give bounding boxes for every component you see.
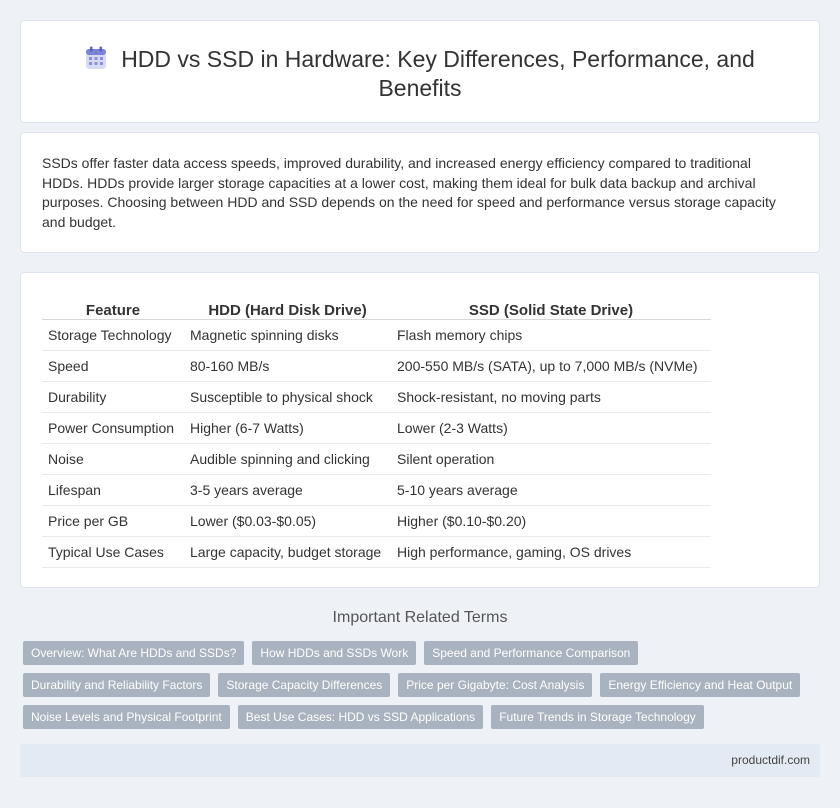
- footer: productdif.com: [20, 744, 820, 777]
- related-term-tag[interactable]: Storage Capacity Differences: [218, 673, 391, 697]
- table-cell: Audible spinning and clicking: [184, 444, 391, 475]
- table-cell: Lower (2-3 Watts): [391, 413, 711, 444]
- related-term-tag[interactable]: Energy Efficiency and Heat Output: [600, 673, 801, 697]
- header-feature: Feature: [42, 295, 184, 320]
- table-cell: Silent operation: [391, 444, 711, 475]
- table-cell: Storage Technology: [42, 320, 184, 351]
- related-term-tag[interactable]: Noise Levels and Physical Footprint: [23, 705, 230, 729]
- table-row: Power Consumption Higher (6-7 Watts) Low…: [42, 413, 711, 444]
- related-term-tag[interactable]: Best Use Cases: HDD vs SSD Applications: [237, 705, 484, 729]
- related-terms-title: Important Related Terms: [332, 609, 508, 626]
- intro-card: SSDs offer faster data access speeds, im…: [20, 132, 820, 253]
- related-term-tag[interactable]: Durability and Reliability Factors: [23, 673, 211, 697]
- header-card: HDD vs SSD in Hardware: Key Differences,…: [20, 20, 820, 123]
- related-term-tag[interactable]: How HDDs and SSDs Work: [252, 641, 417, 665]
- table-row: Price per GB Lower ($0.03-$0.05) Higher …: [42, 506, 711, 537]
- table-cell: Noise: [42, 444, 184, 475]
- table-row: Durability Susceptible to physical shock…: [42, 382, 711, 413]
- table-row: Lifespan 3-5 years average 5-10 years av…: [42, 475, 711, 506]
- intro-text: SSDs offer faster data access speeds, im…: [42, 155, 776, 230]
- table-cell: 5-10 years average: [391, 475, 711, 506]
- table-cell: Durability: [42, 382, 184, 413]
- related-term-tag[interactable]: Speed and Performance Comparison: [424, 641, 639, 665]
- table-cell: Shock-resistant, no moving parts: [391, 382, 711, 413]
- table-row: Typical Use Cases Large capacity, budget…: [42, 537, 711, 568]
- calendar-icon: [85, 46, 107, 70]
- header-hdd: HDD (Hard Disk Drive): [184, 295, 391, 320]
- comparison-table: Feature HDD (Hard Disk Drive) SSD (Solid…: [42, 295, 711, 568]
- related-terms-list: Overview: What Are HDDs and SSDs? How HD…: [23, 641, 823, 737]
- footer-site-link[interactable]: productdif.com: [731, 753, 810, 767]
- table-cell: Higher (6-7 Watts): [184, 413, 391, 444]
- comparison-table-card: Feature HDD (Hard Disk Drive) SSD (Solid…: [20, 272, 820, 588]
- table-cell: Price per GB: [42, 506, 184, 537]
- table-cell: 3-5 years average: [184, 475, 391, 506]
- related-term-tag[interactable]: Overview: What Are HDDs and SSDs?: [23, 641, 245, 665]
- table-header-row: Feature HDD (Hard Disk Drive) SSD (Solid…: [42, 295, 711, 320]
- table-cell: Higher ($0.10-$0.20): [391, 506, 711, 537]
- table-cell: Magnetic spinning disks: [184, 320, 391, 351]
- table-cell: Speed: [42, 351, 184, 382]
- table-cell: 80-160 MB/s: [184, 351, 391, 382]
- table-cell: Lower ($0.03-$0.05): [184, 506, 391, 537]
- related-term-tag[interactable]: Price per Gigabyte: Cost Analysis: [398, 673, 593, 697]
- table-cell: Lifespan: [42, 475, 184, 506]
- table-cell: Large capacity, budget storage: [184, 537, 391, 568]
- table-cell: 200-550 MB/s (SATA), up to 7,000 MB/s (N…: [391, 351, 711, 382]
- related-term-tag[interactable]: Future Trends in Storage Technology: [491, 705, 704, 729]
- header-ssd: SSD (Solid State Drive): [391, 295, 711, 320]
- table-cell: Typical Use Cases: [42, 537, 184, 568]
- page-title-wrap: HDD vs SSD in Hardware: Key Differences,…: [21, 45, 819, 103]
- table-cell: Susceptible to physical shock: [184, 382, 391, 413]
- table-row: Storage Technology Magnetic spinning dis…: [42, 320, 711, 351]
- page-title: HDD vs SSD in Hardware: Key Differences,…: [121, 46, 755, 101]
- table-cell: High performance, gaming, OS drives: [391, 537, 711, 568]
- table-cell: Power Consumption: [42, 413, 184, 444]
- table-cell: Flash memory chips: [391, 320, 711, 351]
- table-row: Noise Audible spinning and clicking Sile…: [42, 444, 711, 475]
- table-row: Speed 80-160 MB/s 200-550 MB/s (SATA), u…: [42, 351, 711, 382]
